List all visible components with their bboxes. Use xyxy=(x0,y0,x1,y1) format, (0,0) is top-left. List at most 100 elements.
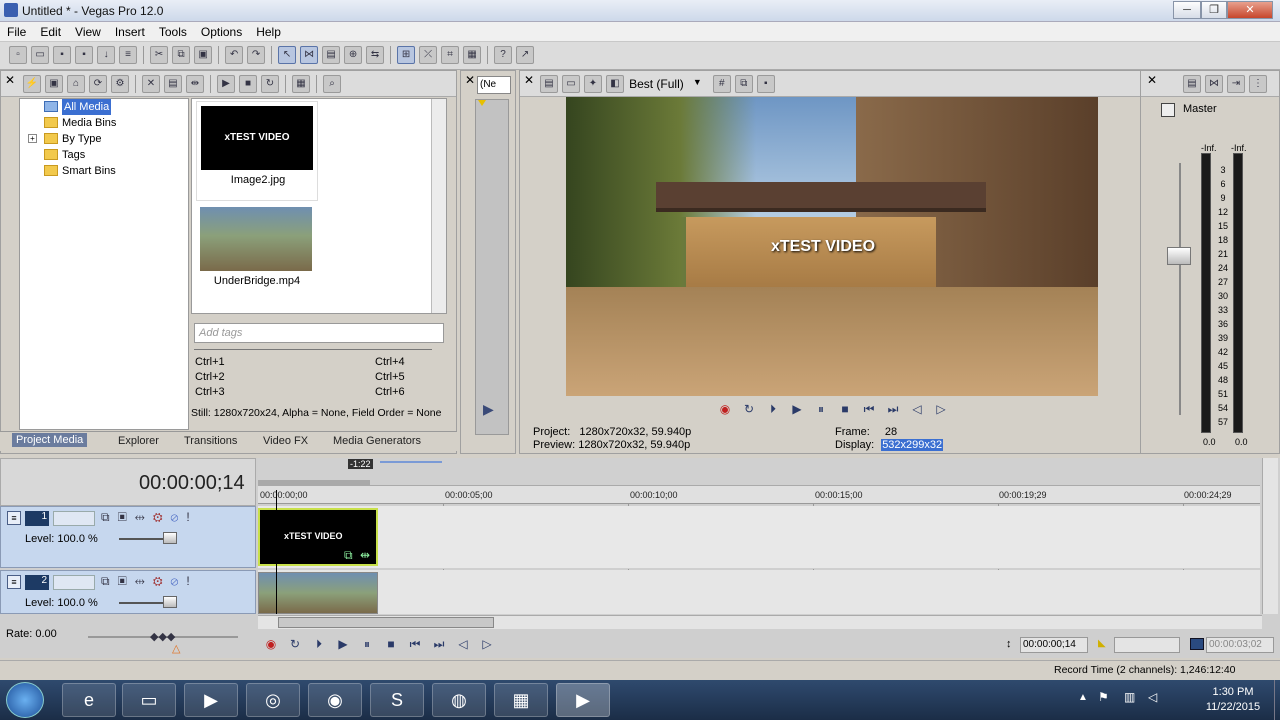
compositing-mode-icon[interactable]: ⧉ xyxy=(101,510,118,524)
timeline-vertical-scrollbar[interactable] xyxy=(1262,458,1278,614)
copy-snapshot-icon[interactable]: ⧉ xyxy=(734,75,753,93)
obs-icon[interactable]: ◍ xyxy=(432,683,486,717)
vegas-taskbar-icon[interactable]: ▶ xyxy=(556,683,610,717)
track-name-field[interactable] xyxy=(53,511,95,526)
ignore-grouping-icon[interactable]: ▦ xyxy=(463,46,482,64)
selection-start-field[interactable] xyxy=(1114,637,1180,653)
views-icon[interactable]: ▦ xyxy=(292,75,310,93)
network-icon[interactable]: ▥ xyxy=(1124,690,1135,704)
mixer-properties-icon[interactable]: ▤ xyxy=(1183,75,1201,93)
go-to-end-icon[interactable]: ⏭ xyxy=(430,636,448,652)
pan-crop-icon[interactable]: ⇹ xyxy=(360,548,370,562)
dim-output-icon[interactable]: ⇥ xyxy=(1227,75,1245,93)
normal-edit-tool-icon[interactable]: ↖ xyxy=(278,46,297,64)
pause-icon[interactable]: ⏸ xyxy=(812,401,830,417)
save-snapshot-icon[interactable]: ▪ xyxy=(756,75,775,93)
tab-transitions[interactable]: Transitions xyxy=(184,435,237,447)
new-project-icon[interactable]: ▫ xyxy=(9,46,28,64)
chevron-down-icon[interactable]: ▼ xyxy=(693,77,702,87)
minimize-button[interactable]: ─ xyxy=(1173,1,1201,19)
trimmer-close-icon[interactable]: ✕ xyxy=(465,73,475,87)
tree-item-media-bins[interactable]: Media Bins xyxy=(20,115,188,131)
thumbnails-scrollbar[interactable] xyxy=(431,99,446,313)
timeline-horizontal-scrollbar[interactable] xyxy=(258,615,1262,629)
add-tags-input[interactable]: Add tags xyxy=(194,323,444,343)
import-media-icon[interactable]: ⚡ xyxy=(23,75,41,93)
mute-icon[interactable]: ⊘ xyxy=(171,510,187,524)
go-to-start-icon[interactable]: ⏮ xyxy=(406,636,424,652)
skype-icon[interactable]: S xyxy=(370,683,424,717)
internet-explorer-icon[interactable]: e xyxy=(62,683,116,717)
stop-icon[interactable]: ■ xyxy=(239,75,257,93)
track-lane-2[interactable] xyxy=(258,570,1260,614)
redo-icon[interactable]: ↷ xyxy=(247,46,266,64)
stop-icon[interactable]: ■ xyxy=(836,401,854,417)
media-item-image2[interactable]: xTEST VIDEO Image2.jpg xyxy=(196,101,318,201)
play-icon[interactable]: ▶ xyxy=(788,401,806,417)
paste-icon[interactable]: ▣ xyxy=(194,46,213,64)
event-fx-icon[interactable]: ⧉ xyxy=(344,548,353,563)
track-lane-1[interactable] xyxy=(258,506,1260,568)
track-fx-icon[interactable]: ⚙ xyxy=(153,510,171,524)
track-motion-icon[interactable]: ⇹ xyxy=(135,574,153,588)
refresh-icon[interactable]: ⟳ xyxy=(89,75,107,93)
cursor-position[interactable]: 00:00:00;14 xyxy=(1020,637,1088,653)
zoom-tool-icon[interactable]: ⊕ xyxy=(344,46,363,64)
save-icon[interactable]: ▪ xyxy=(53,46,72,64)
tab-video-fx[interactable]: Video FX xyxy=(263,435,308,447)
loop-region[interactable] xyxy=(258,480,370,485)
play-from-start-icon[interactable]: ⏵ xyxy=(310,636,328,652)
menu-options[interactable]: Options xyxy=(194,22,249,39)
auto-preview-icon[interactable]: ↻ xyxy=(261,75,279,93)
selection-end-field[interactable]: 00:00:03;02 xyxy=(1206,637,1274,653)
system-clock[interactable]: 1:30 PM 11/22/2015 xyxy=(1198,685,1268,715)
make-compositing-child-icon[interactable]: ▣ xyxy=(118,574,135,588)
help-icon[interactable]: ? xyxy=(494,46,513,64)
steam-icon[interactable]: ◎ xyxy=(246,683,300,717)
get-media-icon[interactable]: ⌂ xyxy=(67,75,85,93)
record-icon[interactable]: ◉ xyxy=(262,636,280,652)
chrome-icon[interactable]: ◉ xyxy=(308,683,362,717)
downmix-icon[interactable]: ⋈ xyxy=(1205,75,1223,93)
menu-tools[interactable]: Tools xyxy=(152,22,194,39)
previous-frame-icon[interactable]: ◁ xyxy=(454,636,472,652)
loop-icon[interactable]: ↻ xyxy=(740,401,758,417)
show-hidden-icons[interactable]: ▲ xyxy=(1078,692,1088,703)
preview-quality-dropdown[interactable]: Best (Full) xyxy=(629,77,684,91)
menu-help[interactable]: Help xyxy=(249,22,288,39)
whats-this-icon[interactable]: ↗ xyxy=(516,46,535,64)
track-name-field[interactable] xyxy=(53,575,95,590)
next-frame-icon[interactable]: ▷ xyxy=(478,636,496,652)
track-header-1[interactable]: ≡ 1 ⧉▣⇹⚙⊘! Level: 100.0 % xyxy=(0,506,256,568)
split-screen-icon[interactable]: ◧ xyxy=(606,75,624,93)
track-menu-icon[interactable]: ≡ xyxy=(7,575,21,589)
save-as-icon[interactable]: ▪ xyxy=(75,46,94,64)
action-center-icon[interactable]: ⚑ xyxy=(1098,690,1109,704)
properties-icon[interactable]: ≡ xyxy=(119,46,138,64)
render-icon[interactable]: ↓ xyxy=(97,46,116,64)
next-frame-icon[interactable]: ▷ xyxy=(932,401,950,417)
tree-item-by-type[interactable]: + By Type xyxy=(20,131,188,147)
expand-icon[interactable]: + xyxy=(28,134,37,143)
mixer-fx-icon[interactable]: ⋮ xyxy=(1249,75,1267,93)
make-compositing-child-icon[interactable]: ▣ xyxy=(118,510,135,524)
play-icon[interactable]: ▶ xyxy=(334,636,352,652)
maximize-button[interactable]: ❐ xyxy=(1201,1,1227,19)
menu-insert[interactable]: Insert xyxy=(108,22,152,39)
volume-icon[interactable]: ◁ xyxy=(1148,690,1157,704)
level-slider-handle[interactable] xyxy=(163,532,177,544)
copy-icon[interactable]: ⧉ xyxy=(172,46,191,64)
master-fader-handle[interactable] xyxy=(1167,247,1191,265)
solo-icon[interactable]: ! xyxy=(186,574,197,588)
trimmer-dropdown[interactable]: (Ne xyxy=(477,76,511,94)
menu-view[interactable]: View xyxy=(68,22,108,39)
loop-icon[interactable]: ↻ xyxy=(286,636,304,652)
play-icon[interactable]: ▶ xyxy=(217,75,235,93)
mute-icon[interactable]: ⊘ xyxy=(171,574,187,588)
tree-item-smart-bins[interactable]: Smart Bins xyxy=(20,163,188,179)
envelope-tool-icon[interactable]: ⋈ xyxy=(300,46,319,64)
tree-item-tags[interactable]: Tags xyxy=(20,147,188,163)
mixer-close-icon[interactable]: ✕ xyxy=(1147,73,1157,87)
selection-tool-icon[interactable]: ▤ xyxy=(322,46,341,64)
media-fx-icon[interactable]: ▤ xyxy=(164,75,182,93)
